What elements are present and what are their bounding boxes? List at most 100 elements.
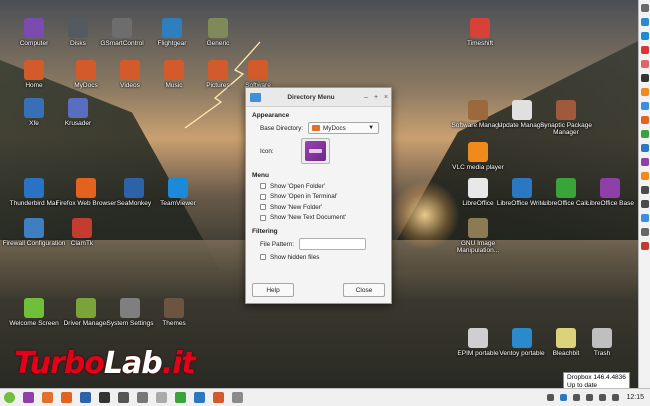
close-button[interactable]: Close — [343, 283, 385, 297]
taskbar-app-icon[interactable] — [213, 392, 224, 403]
option-new-folder[interactable]: Show 'New Folder' — [260, 204, 391, 211]
firefox-icon[interactable] — [61, 392, 72, 403]
taskbar-app-icon[interactable] — [80, 392, 91, 403]
app-icon — [468, 328, 488, 348]
panel-app-icon[interactable] — [640, 130, 649, 138]
panel-app-icon[interactable] — [640, 158, 649, 166]
dialog-title: Directory Menu — [287, 93, 335, 101]
icon-row: Icon: — [260, 138, 391, 164]
base-directory-combo[interactable]: MyDocs ▼ — [308, 122, 380, 134]
desktop-icon-left-22[interactable]: Themes — [142, 298, 206, 327]
app-icon — [468, 178, 488, 198]
panel-app-icon[interactable] — [640, 228, 649, 236]
app-icon — [124, 178, 144, 198]
desktop-icon-label: LibreOffice Base — [586, 200, 634, 207]
desktop-icon-right-3[interactable]: Synaptic Package Manager — [534, 100, 598, 137]
dialog-titlebar[interactable]: Directory Menu – + × — [246, 88, 391, 107]
desktop-icon-label: Themes — [162, 320, 186, 327]
network-icon[interactable] — [586, 394, 594, 401]
checkbox-icon[interactable] — [260, 183, 266, 189]
taskbar-app-icon[interactable] — [42, 392, 53, 403]
chevron-down-icon: ▼ — [368, 125, 375, 131]
panel-app-icon[interactable] — [640, 116, 649, 124]
app-icon — [592, 328, 612, 348]
desktop-icon-left-4[interactable]: Generic — [186, 18, 250, 47]
option-new-text-document[interactable]: Show 'New Text Document' — [260, 214, 391, 221]
app-icon — [168, 178, 188, 198]
option-open-folder[interactable]: Show 'Open Folder' — [260, 183, 391, 190]
panel-app-icon[interactable] — [640, 186, 649, 194]
taskbar-app-icon[interactable] — [175, 392, 186, 403]
option-open-in-terminal[interactable]: Show 'Open in Terminal' — [260, 193, 391, 200]
panel-app-icon[interactable] — [640, 88, 649, 96]
app-icon — [162, 18, 182, 38]
menu-icon[interactable] — [4, 392, 15, 403]
right-side-panel — [638, 0, 650, 388]
panel-app-icon[interactable] — [640, 200, 649, 208]
checkbox-icon[interactable] — [260, 204, 266, 210]
tray-icon[interactable] — [573, 394, 581, 401]
panel-app-icon[interactable] — [640, 172, 649, 180]
panel-app-icon[interactable] — [640, 144, 649, 152]
panel-app-icon[interactable] — [640, 18, 649, 26]
panel-app-icon[interactable] — [640, 46, 649, 54]
desktop-icon-label: TeamViewer — [160, 200, 196, 207]
help-button[interactable]: Help — [252, 283, 294, 297]
desktop-icon-label: Synaptic Package Manager — [539, 122, 593, 137]
icon-picker-button[interactable] — [300, 138, 330, 164]
watermark-it: .it — [161, 346, 196, 381]
desktop-icon-right-0[interactable]: Timeshift — [448, 18, 512, 47]
dropbox-icon[interactable] — [560, 394, 568, 401]
taskbar-app-icon[interactable] — [118, 392, 129, 403]
battery-icon[interactable] — [612, 394, 620, 401]
taskbar-app-icon[interactable] — [23, 392, 34, 403]
tray-icon[interactable] — [547, 394, 555, 401]
file-pattern-row: File Pattern: — [260, 238, 391, 250]
option-label: Show hidden files — [270, 253, 320, 261]
desktop-icon-left-18[interactable]: ClamTk — [50, 218, 114, 247]
app-icon — [248, 60, 268, 80]
taskbar-app-icon[interactable] — [232, 392, 243, 403]
close-window-button[interactable]: × — [381, 94, 391, 101]
panel-app-icon[interactable] — [640, 102, 649, 110]
file-pattern-input[interactable] — [298, 238, 366, 250]
checkbox-icon[interactable] — [260, 193, 266, 200]
panel-app-icon[interactable] — [640, 214, 649, 222]
menu-heading: Menu — [252, 172, 269, 179]
checkbox-icon[interactable] — [260, 254, 266, 260]
desktop-icon-right-8[interactable]: LibreOffice Base — [578, 178, 642, 207]
app-icon — [68, 98, 88, 118]
desktop-icon-label: ClamTk — [70, 240, 94, 247]
panel-app-icon[interactable] — [640, 74, 649, 82]
app-icon — [24, 60, 44, 80]
option-show-hidden-files[interactable]: Show hidden files — [260, 254, 391, 261]
minimize-button[interactable]: – — [361, 94, 371, 101]
app-icon — [24, 98, 44, 118]
panel-app-icon[interactable] — [640, 32, 649, 40]
desktop-icon-left-12[interactable]: Krusader — [46, 98, 110, 127]
taskbar-app-icon[interactable] — [194, 392, 205, 403]
checkbox-icon[interactable] — [260, 214, 266, 221]
folder-icon — [312, 125, 321, 131]
app-icon — [512, 178, 532, 198]
desktop-icon-right-13[interactable]: Trash — [570, 328, 634, 357]
desktop-icon-left-16[interactable]: TeamViewer — [146, 178, 210, 207]
desktop-icon-label: VLC media player — [452, 164, 504, 171]
panel-app-icon[interactable] — [640, 4, 649, 12]
terminal-icon[interactable] — [99, 392, 110, 403]
taskbar-app-icon[interactable] — [156, 392, 167, 403]
app-icon — [468, 142, 488, 162]
desktop-icon-label: Timeshift — [466, 40, 494, 47]
volume-icon[interactable] — [599, 394, 607, 401]
panel-app-icon[interactable] — [640, 60, 649, 68]
taskbar-app-icon[interactable] — [137, 392, 148, 403]
desktop-icon-label: Krusader — [64, 120, 92, 127]
app-icon — [468, 100, 488, 120]
panel-app-icon[interactable] — [640, 242, 649, 250]
desktop-icon-right-9[interactable]: GNU Image Manipulation... — [446, 218, 510, 255]
taskbar: 12:15 — [0, 388, 650, 406]
maximize-button[interactable]: + — [371, 94, 381, 101]
desktop-icon-right-4[interactable]: VLC media player — [446, 142, 510, 171]
clock[interactable]: 12:15 — [626, 394, 644, 401]
desktop-icon-left-10[interactable]: Software — [226, 60, 290, 89]
